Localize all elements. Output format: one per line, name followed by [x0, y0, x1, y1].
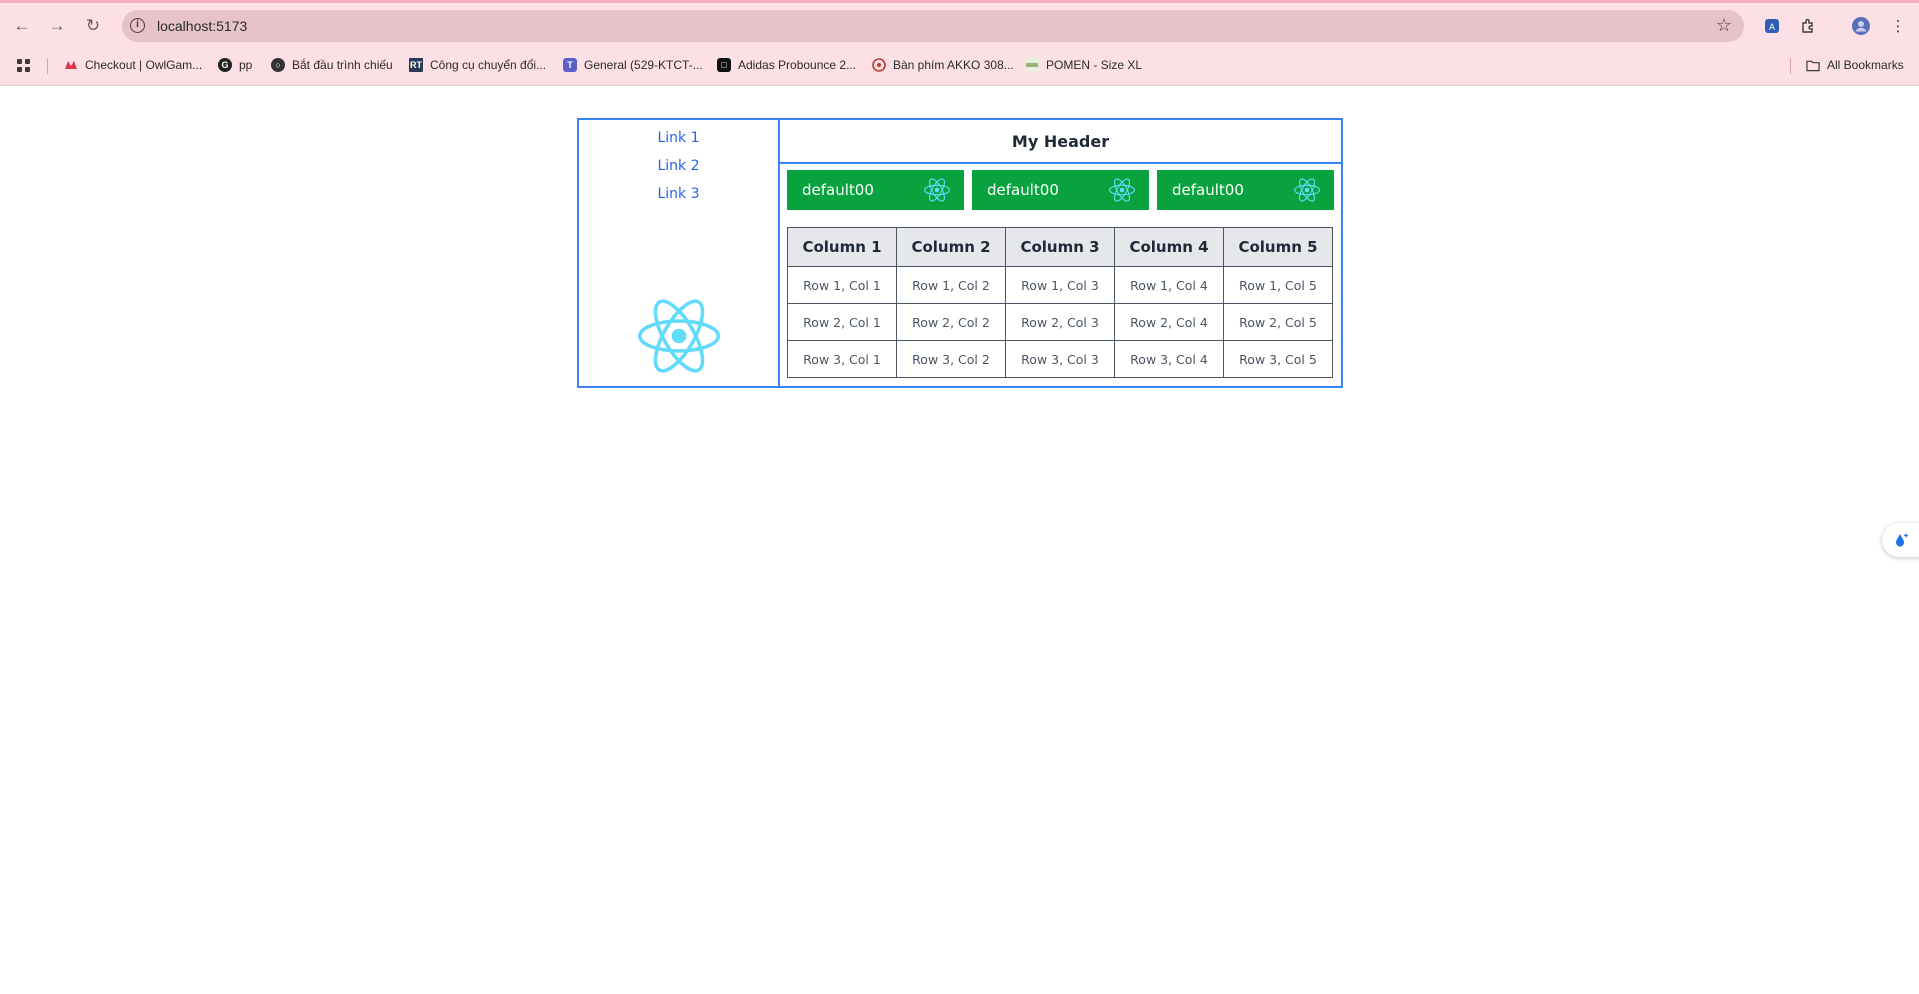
- side-panel-droplet-icon[interactable]: [1882, 523, 1919, 557]
- react-icon: [924, 178, 950, 202]
- main-panel: My Header default00 default00 default00: [780, 120, 1341, 386]
- table-header-row: Column 1 Column 2 Column 3 Column 4 Colu…: [787, 227, 1333, 267]
- data-table: Column 1 Column 2 Column 3 Column 4 Colu…: [787, 227, 1333, 378]
- app-layout: Link 1 Link 2 Link 3 My Header default00: [577, 118, 1343, 388]
- back-button[interactable]: ←: [11, 15, 33, 37]
- table-cell: Row 2, Col 2: [896, 303, 1006, 341]
- bookmark-label: POMEN - Size XL: [1046, 58, 1143, 72]
- translate-extension-icon[interactable]: A: [1762, 16, 1782, 36]
- square-icon: □: [717, 58, 731, 72]
- akko-icon: [872, 58, 886, 72]
- table-cell: Row 1, Col 2: [896, 266, 1006, 304]
- extensions-puzzle-icon[interactable]: [1798, 16, 1818, 36]
- column-header: Column 2: [896, 227, 1006, 267]
- bookmark-star-icon[interactable]: ☆: [1716, 15, 1732, 36]
- card[interactable]: default00: [1157, 170, 1334, 210]
- card-row: default00 default00 default00: [787, 170, 1334, 210]
- bookmark-label: Bắt đầu trình chiếu: [292, 58, 393, 72]
- bookmarks-separator: [1790, 58, 1791, 74]
- bookmark-teams-general[interactable]: T General (529-KTCT-...: [563, 55, 703, 75]
- table-cell: Row 3, Col 2: [896, 340, 1006, 378]
- tab-strip: [0, 0, 1919, 3]
- bookmark-label: Công cụ chuyển đổi...: [430, 58, 547, 72]
- table-cell: Row 1, Col 1: [787, 266, 897, 304]
- react-icon: [1294, 178, 1320, 202]
- react-logo-icon: [638, 299, 720, 373]
- bookmark-label: General (529-KTCT-...: [584, 58, 703, 72]
- table-cell: Row 1, Col 5: [1223, 266, 1333, 304]
- card-label: default00: [802, 181, 874, 199]
- column-header: Column 5: [1223, 227, 1333, 267]
- table-cell: Row 2, Col 5: [1223, 303, 1333, 341]
- table-cell: Row 3, Col 3: [1005, 340, 1115, 378]
- bookmark-label: Bàn phím AKKO 308...: [893, 58, 1014, 72]
- card-label: default00: [1172, 181, 1244, 199]
- all-bookmarks-label: All Bookmarks: [1827, 58, 1904, 72]
- table-cell: Row 3, Col 1: [787, 340, 897, 378]
- card-label: default00: [987, 181, 1059, 199]
- table-cell: Row 2, Col 4: [1114, 303, 1224, 341]
- bookmark-pomen[interactable]: POMEN - Size XL: [1025, 55, 1142, 75]
- bookmark-label: Checkout | OwlGam...: [85, 58, 203, 72]
- profile-avatar-icon[interactable]: [1851, 16, 1871, 36]
- table-cell: Row 3, Col 4: [1114, 340, 1224, 378]
- teams-icon: T: [563, 58, 577, 72]
- browser-chrome: ← → ↻ i localhost:5173 ☆ A ⋮ Checkout | …: [0, 0, 1919, 86]
- g-icon: G: [218, 58, 232, 72]
- owl-icon: [64, 58, 78, 72]
- nav-link-2[interactable]: Link 2: [579, 158, 778, 174]
- card[interactable]: default00: [972, 170, 1149, 210]
- bookmark-label: pp: [239, 58, 253, 72]
- card[interactable]: default00: [787, 170, 964, 210]
- table-cell: Row 2, Col 1: [787, 303, 897, 341]
- bookmark-akko[interactable]: Bàn phím AKKO 308...: [872, 55, 1014, 75]
- column-header: Column 1: [787, 227, 897, 267]
- forward-button[interactable]: →: [46, 15, 68, 37]
- reload-button[interactable]: ↻: [82, 15, 104, 37]
- all-bookmarks[interactable]: All Bookmarks: [1806, 55, 1904, 75]
- url-text[interactable]: localhost:5173: [157, 18, 247, 34]
- nav-link-3[interactable]: Link 3: [579, 186, 778, 202]
- site-info-icon[interactable]: i: [130, 18, 145, 33]
- shirt-icon: [1025, 58, 1039, 72]
- bookmark-owlgaming[interactable]: Checkout | OwlGam...: [64, 55, 202, 75]
- table-row: Row 1, Col 1 Row 1, Col 2 Row 1, Col 3 R…: [787, 266, 1333, 304]
- browser-toolbar: ← → ↻ i localhost:5173 ☆ A ⋮: [0, 6, 1919, 46]
- rt-icon: RT: [409, 58, 423, 72]
- column-header: Column 4: [1114, 227, 1224, 267]
- bookmark-adidas[interactable]: □ Adidas Probounce 2...: [717, 55, 856, 75]
- bookmarks-bar: Checkout | OwlGam... G pp ○ Bắt đầu trìn…: [0, 52, 1919, 78]
- column-header: Column 3: [1005, 227, 1115, 267]
- react-icon: [1109, 178, 1135, 202]
- apps-grid-icon[interactable]: [16, 55, 31, 75]
- table-cell: Row 1, Col 3: [1005, 266, 1115, 304]
- bookmarks-separator: [47, 58, 48, 74]
- table-cell: Row 2, Col 3: [1005, 303, 1115, 341]
- globe-icon: ○: [271, 58, 285, 72]
- browser-menu-icon[interactable]: ⋮: [1888, 16, 1908, 36]
- table-row: Row 3, Col 1 Row 3, Col 2 Row 3, Col 3 R…: [787, 340, 1333, 378]
- sidebar: Link 1 Link 2 Link 3: [579, 120, 780, 386]
- table-cell: Row 3, Col 5: [1223, 340, 1333, 378]
- bookmark-slideshow[interactable]: ○ Bắt đầu trình chiếu: [271, 55, 393, 75]
- address-bar[interactable]: i localhost:5173 ☆: [122, 10, 1744, 42]
- page-header: My Header: [780, 120, 1341, 164]
- bookmark-converter[interactable]: RT Công cụ chuyển đổi...: [409, 55, 546, 75]
- table-row: Row 2, Col 1 Row 2, Col 2 Row 2, Col 3 R…: [787, 303, 1333, 341]
- folder-icon: [1806, 58, 1820, 72]
- nav-link-1[interactable]: Link 1: [579, 130, 778, 146]
- table-cell: Row 1, Col 4: [1114, 266, 1224, 304]
- bookmark-label: Adidas Probounce 2...: [738, 58, 857, 72]
- bookmark-pp[interactable]: G pp: [218, 55, 252, 75]
- svg-text:A: A: [1769, 23, 1776, 33]
